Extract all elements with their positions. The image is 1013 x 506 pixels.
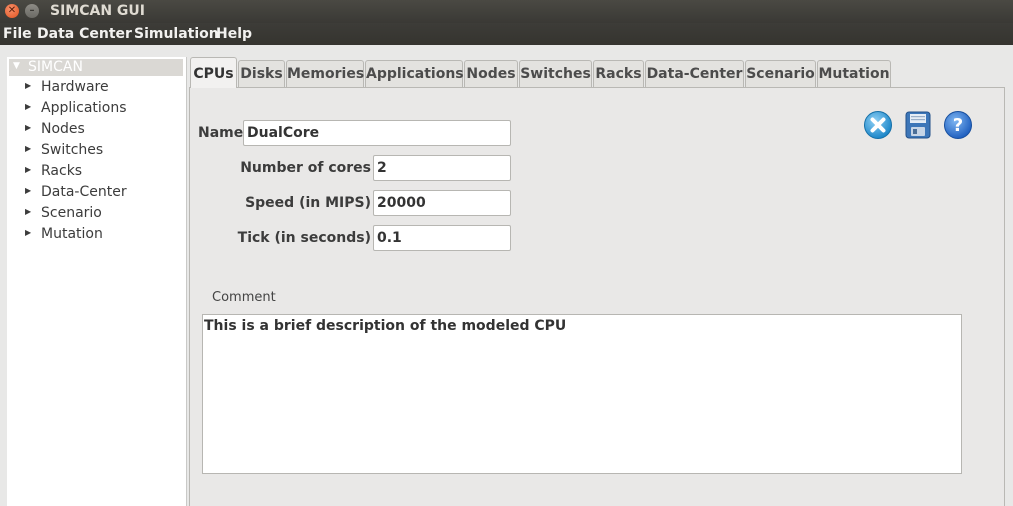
- window-close-button[interactable]: ✕: [5, 4, 19, 18]
- collapsed-arrow-icon[interactable]: ▶: [25, 228, 31, 237]
- tree-item-label: Data-Center: [41, 184, 127, 200]
- save-icon[interactable]: [903, 110, 933, 140]
- menu-bar: File Data Center Simulation Help: [0, 23, 1013, 45]
- menu-help[interactable]: Help: [216, 26, 252, 43]
- tree-item-label: Nodes: [41, 121, 85, 137]
- comment-textarea[interactable]: This is a brief description of the model…: [202, 314, 962, 474]
- tree-item-label: Racks: [41, 163, 83, 179]
- tab-scenario[interactable]: Scenario: [745, 60, 816, 87]
- svg-text:?: ?: [953, 115, 963, 136]
- cores-field[interactable]: 2: [373, 155, 511, 181]
- tab-data-center[interactable]: Data-Center: [645, 60, 744, 87]
- tab-memories[interactable]: Memories: [286, 60, 364, 87]
- tab-switches[interactable]: Switches: [519, 60, 592, 87]
- collapsed-arrow-icon[interactable]: ▶: [25, 102, 31, 111]
- tab-cpus[interactable]: CPUs: [190, 57, 237, 88]
- window-title: SIMCAN GUI: [50, 3, 145, 19]
- tree-root-label: SIMCAN: [28, 59, 83, 75]
- name-field[interactable]: DualCore: [243, 120, 511, 146]
- expanded-arrow-icon[interactable]: ▼: [13, 61, 20, 71]
- collapsed-arrow-icon[interactable]: ▶: [25, 207, 31, 216]
- help-icon[interactable]: ?: [943, 110, 973, 140]
- tree-item-label: Scenario: [41, 205, 102, 221]
- collapsed-arrow-icon[interactable]: ▶: [25, 81, 31, 90]
- tree-item-label: Applications: [41, 100, 127, 116]
- tab-applications[interactable]: Applications: [365, 60, 464, 87]
- menu-simulation[interactable]: Simulation: [134, 26, 219, 43]
- comment-label: Comment: [212, 290, 276, 305]
- name-label: Name: [198, 125, 244, 141]
- tab-mutation[interactable]: Mutation: [817, 60, 891, 87]
- speed-label: Speed (in MIPS): [245, 195, 371, 211]
- tree-item-label: Mutation: [41, 226, 103, 242]
- collapsed-arrow-icon[interactable]: ▶: [25, 165, 31, 174]
- menu-file[interactable]: File: [3, 26, 32, 43]
- tree-item-label: Switches: [41, 142, 104, 158]
- delete-icon[interactable]: [863, 110, 893, 140]
- tab-racks[interactable]: Racks: [593, 60, 644, 87]
- tree-root-simcan[interactable]: ▼ SIMCAN: [9, 59, 183, 76]
- title-bar: ✕ – SIMCAN GUI: [0, 0, 1013, 23]
- collapsed-arrow-icon[interactable]: ▶: [25, 144, 31, 153]
- window-minimize-button[interactable]: –: [25, 4, 39, 18]
- collapsed-arrow-icon[interactable]: ▶: [25, 186, 31, 195]
- menu-data-center[interactable]: Data Center: [37, 26, 132, 43]
- navigation-tree: ▼ SIMCAN ▶ Hardware ▶ Applications ▶ Nod…: [7, 57, 187, 506]
- speed-field[interactable]: 20000: [373, 190, 511, 216]
- tick-field[interactable]: 0.1: [373, 225, 511, 251]
- tick-label: Tick (in seconds): [237, 230, 371, 246]
- cores-label: Number of cores: [240, 160, 371, 176]
- tab-disks[interactable]: Disks: [238, 60, 285, 87]
- collapsed-arrow-icon[interactable]: ▶: [25, 123, 31, 132]
- tab-nodes[interactable]: Nodes: [464, 60, 518, 87]
- tree-item-label: Hardware: [41, 79, 109, 95]
- tab-bar: CPUs Disks Memories Applications Nodes S…: [189, 57, 1013, 88]
